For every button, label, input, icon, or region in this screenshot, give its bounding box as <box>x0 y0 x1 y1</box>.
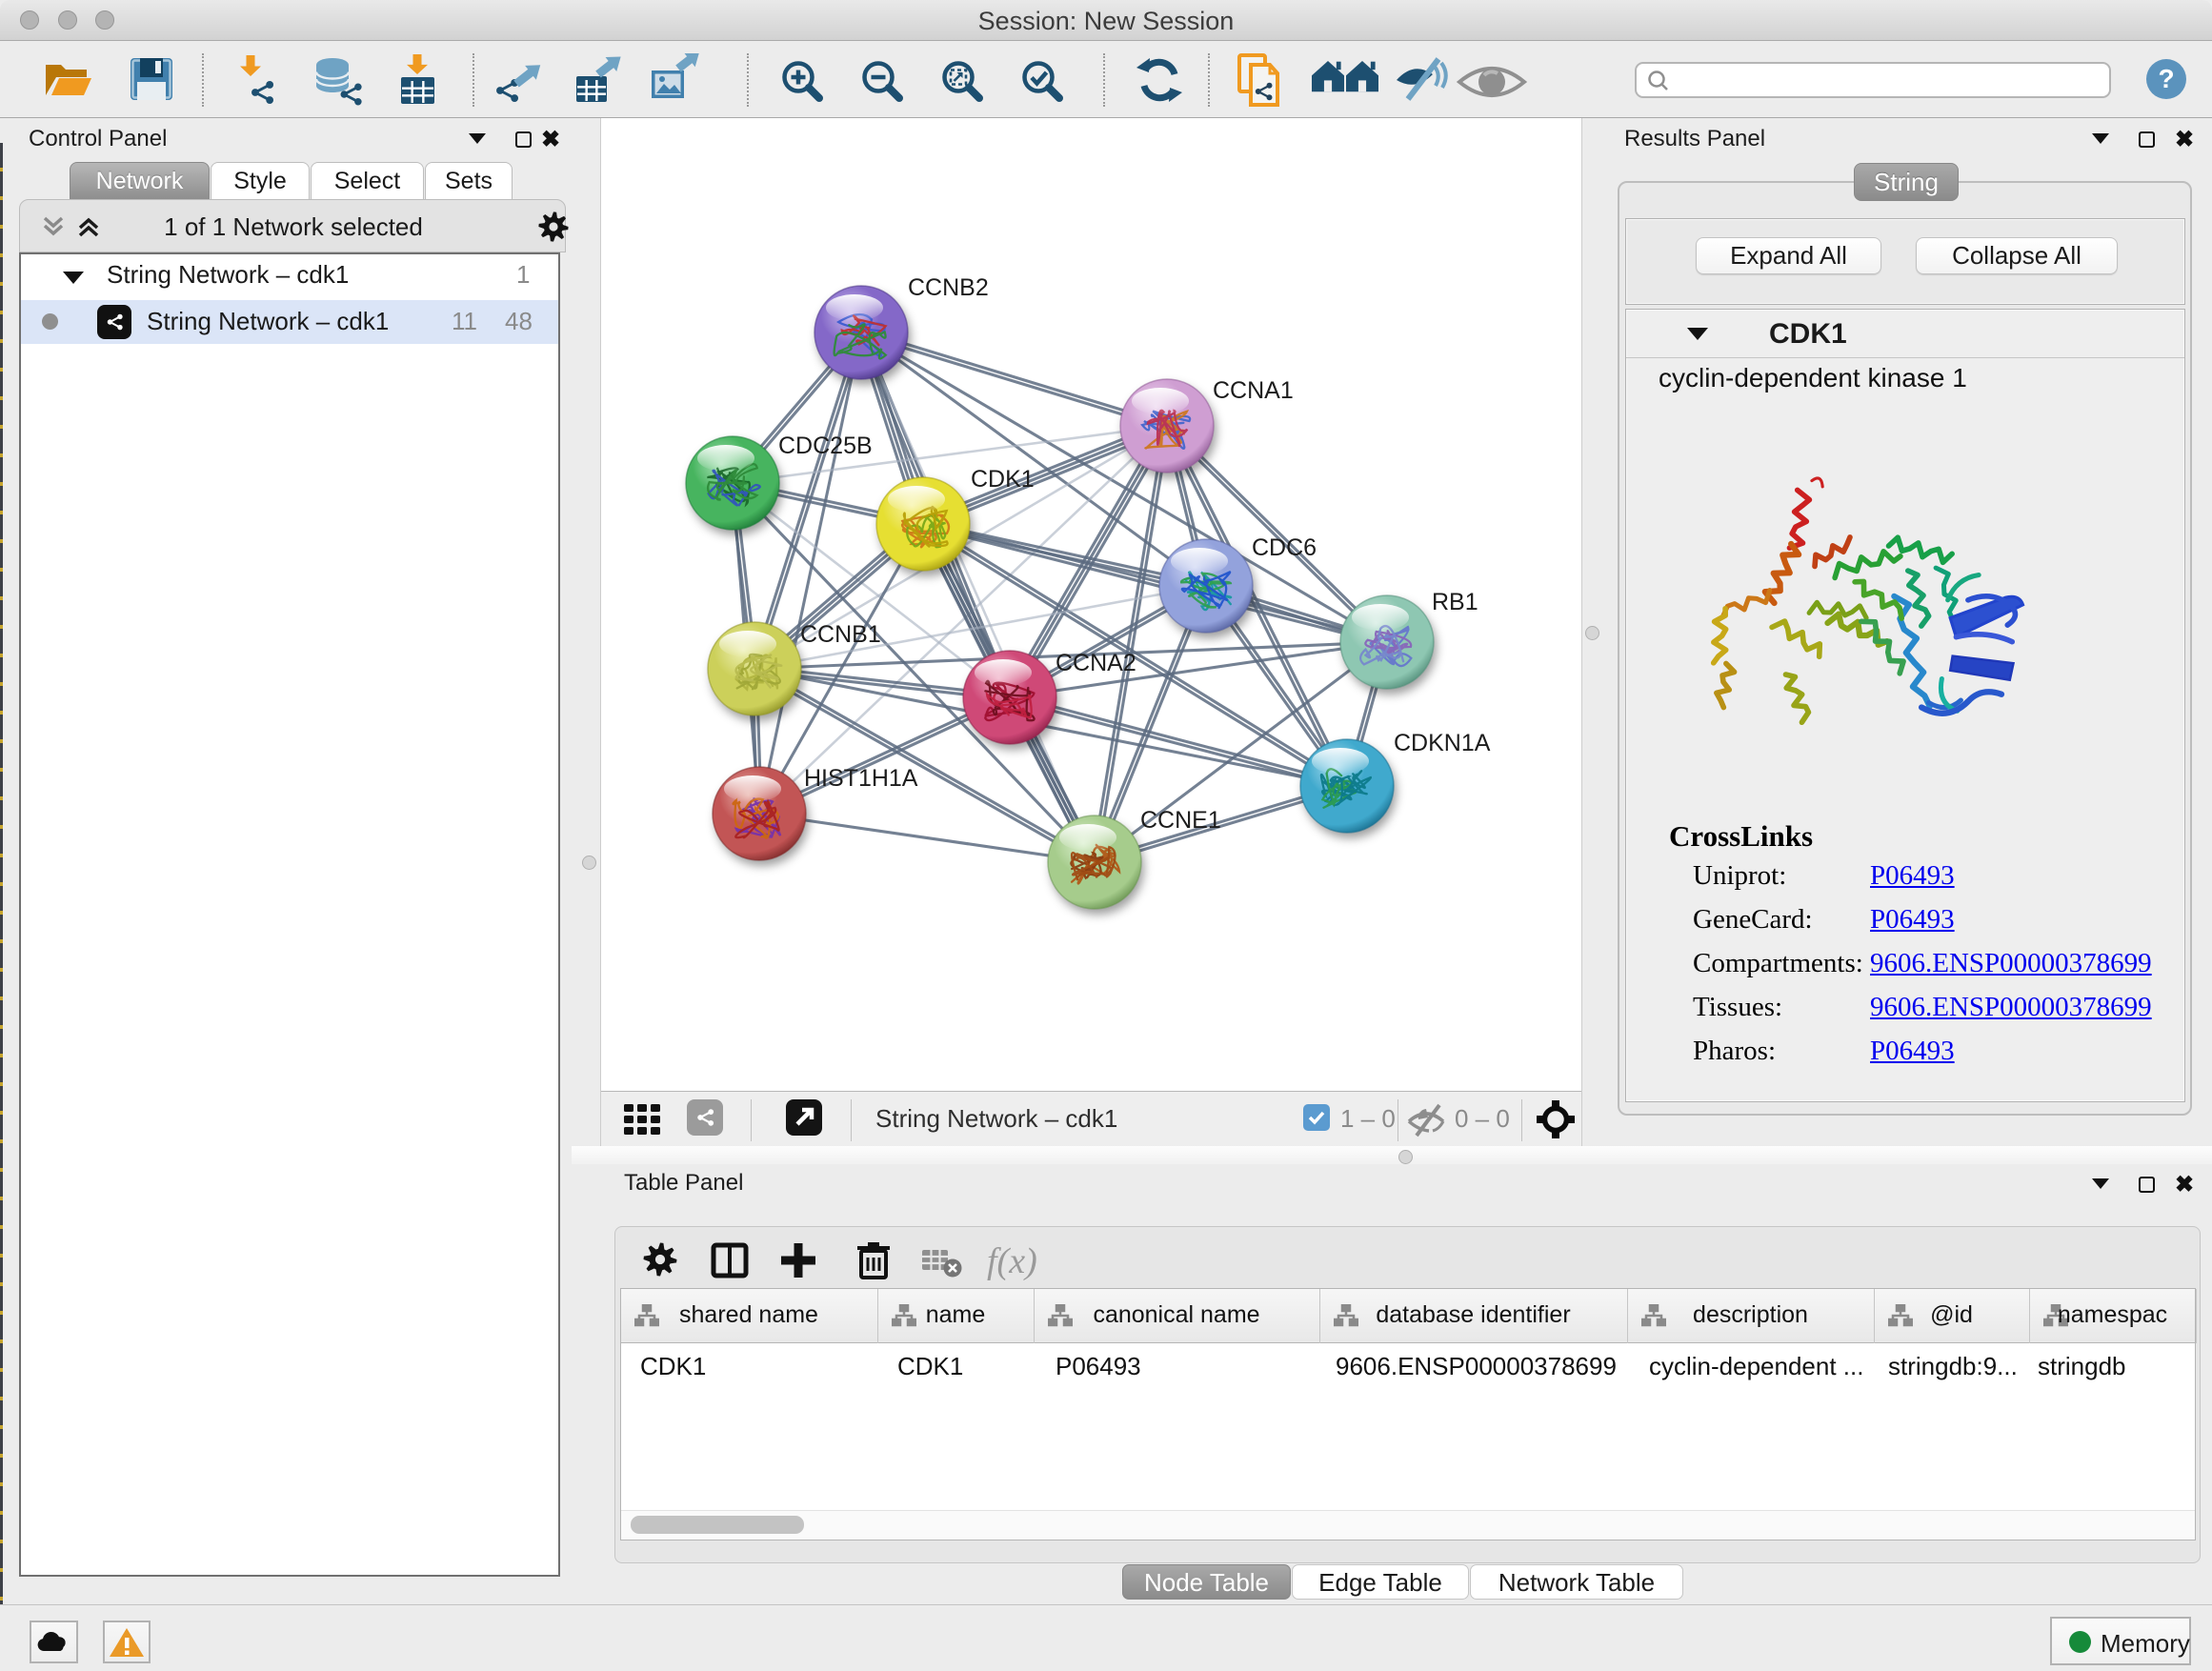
svg-text:CCNE1: CCNE1 <box>1140 807 1221 834</box>
svg-text:CCNA1: CCNA1 <box>1213 377 1294 404</box>
svg-text:RB1: RB1 <box>1432 589 1478 615</box>
svg-text:CDC6: CDC6 <box>1252 534 1317 561</box>
svg-text:CDKN1A: CDKN1A <box>1394 730 1491 756</box>
svg-text:CCNA2: CCNA2 <box>1056 650 1136 676</box>
svg-text:?: ? <box>2158 64 2174 93</box>
svg-text:HIST1H1A: HIST1H1A <box>804 765 918 792</box>
svg-text:CCNB1: CCNB1 <box>800 621 881 648</box>
svg-text:CDC25B: CDC25B <box>778 433 873 459</box>
svg-text:CCNB2: CCNB2 <box>908 274 989 301</box>
svg-text:CDK1: CDK1 <box>971 466 1035 493</box>
